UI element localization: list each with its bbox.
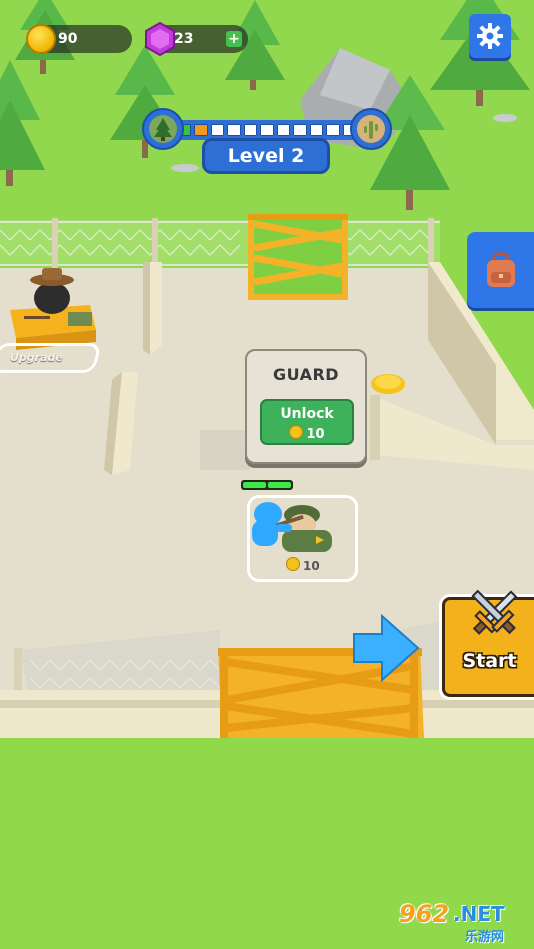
level-progress-bar (178, 124, 356, 136)
progress-segment (276, 124, 291, 136)
watermark-brand: 962 (399, 900, 450, 928)
gem-counter: 23 + (145, 22, 248, 56)
guard-card: GUARD Unlock 10 (245, 349, 367, 464)
progress-segment (293, 124, 307, 136)
start-button[interactable]: Start (442, 589, 534, 697)
health-fill (268, 482, 291, 488)
slot-cost: 10 (286, 557, 320, 573)
crossed-swords-icon (471, 589, 518, 635)
coin-icon (26, 24, 56, 54)
tree-icon (149, 115, 177, 143)
progress-segment (260, 124, 274, 136)
cactus-icon (357, 115, 385, 143)
start-label: Start (462, 650, 517, 672)
coin-icon (289, 425, 304, 439)
progress-segment (227, 124, 241, 136)
watermark-sub: 乐游网 (465, 930, 505, 945)
progress-segment (243, 124, 258, 136)
back-fence (0, 220, 440, 266)
level-start-node (142, 108, 184, 150)
health-bar (241, 480, 293, 490)
backpack-button[interactable] (467, 232, 534, 308)
unlock-cost-value: 10 (306, 427, 325, 442)
gear-icon (477, 23, 503, 49)
add-gems-button[interactable]: + (226, 31, 242, 47)
gem-count: 23 (174, 31, 194, 47)
watermark-logo: 962 .NET 乐游网 (395, 898, 534, 949)
unlock-cost: 10 (262, 425, 352, 442)
coin-icon (286, 557, 300, 571)
watermark-suffix: .NET (453, 902, 505, 926)
progress-segment (194, 124, 208, 136)
gem-icon (145, 22, 175, 56)
coin-count: 90 (58, 31, 78, 47)
guard-card-title: GUARD (272, 365, 340, 384)
coin-counter: 90 (26, 24, 132, 54)
settings-button[interactable] (469, 14, 511, 58)
health-fill (243, 482, 266, 488)
unlock-label: Unlock (280, 406, 334, 422)
progress-segment (210, 124, 225, 136)
progress-segment (326, 124, 340, 136)
backpack-icon (486, 252, 515, 287)
upgrade-label: Upgrade (10, 351, 63, 364)
slot-cost-value: 10 (303, 559, 320, 573)
back-gate (248, 214, 348, 300)
level-title: Level 2 (202, 138, 330, 174)
level-end-node (350, 108, 392, 150)
unlock-button[interactable]: Unlock 10 (260, 399, 354, 445)
partition-wall (150, 262, 162, 355)
progress-segment (309, 124, 324, 136)
